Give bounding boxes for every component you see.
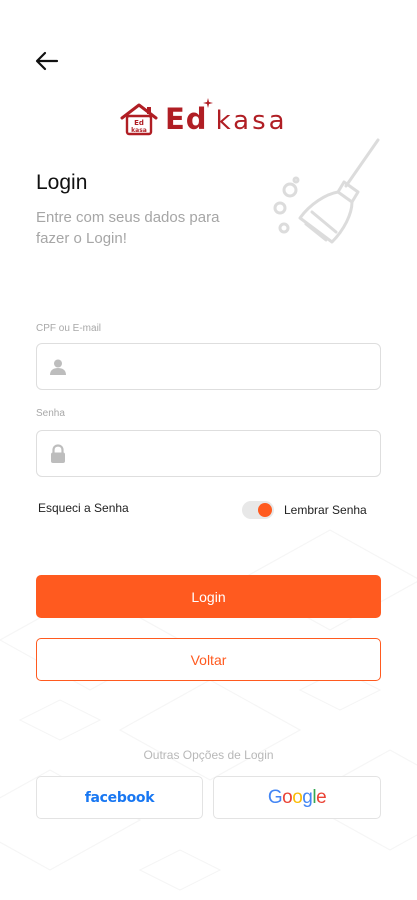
lock-icon	[51, 443, 65, 463]
user-field-label: CPF ou E-mail	[36, 323, 102, 334]
arrow-left-icon	[35, 51, 59, 71]
other-login-options-label: Outras Opções de Login	[143, 748, 274, 762]
password-input[interactable]	[77, 431, 380, 476]
password-field-label: Senha	[36, 408, 65, 419]
password-field[interactable]	[36, 430, 381, 477]
remember-toggle[interactable]	[242, 501, 274, 519]
logo-wordmark: Ed kasa	[165, 102, 288, 136]
house-logo-icon: Ed kasa	[120, 103, 158, 136]
forgot-password-link[interactable]: Esqueci a Senha	[38, 501, 129, 515]
google-login-button[interactable]: Google	[213, 776, 381, 819]
page-title: Login	[36, 171, 88, 194]
user-icon	[50, 359, 66, 375]
logo-text-ed: Ed	[165, 102, 208, 136]
remember-label: Lembrar Senha	[284, 503, 367, 517]
svg-text:kasa: kasa	[131, 127, 147, 134]
svg-text:Ed: Ed	[134, 119, 144, 127]
login-button[interactable]: Login	[36, 575, 381, 618]
back-arrow-button[interactable]	[30, 44, 64, 78]
user-input[interactable]	[77, 344, 380, 389]
back-button[interactable]: Voltar	[36, 638, 381, 681]
page-subtitle: Entre com seus dados para fazer o Login!	[36, 209, 220, 247]
facebook-logo-text: facebook	[84, 789, 155, 806]
facebook-login-button[interactable]: facebook	[36, 776, 203, 819]
toggle-knob	[258, 503, 272, 517]
broom-icon	[273, 138, 380, 244]
remember-password: Lembrar Senha	[242, 501, 367, 519]
user-field[interactable]	[36, 343, 381, 390]
sparkle-icon	[203, 98, 213, 108]
login-screen: Ed kasa Ed kasa Login Entre com seus dad…	[0, 0, 417, 900]
google-logo-text: Google	[267, 786, 327, 808]
